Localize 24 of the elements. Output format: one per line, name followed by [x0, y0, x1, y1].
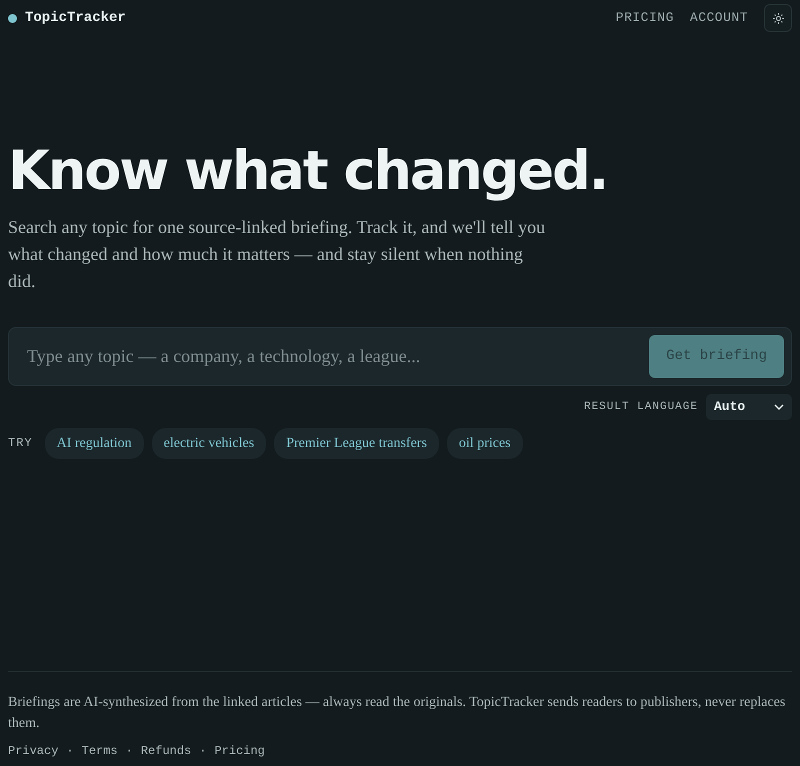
suggestion-chip[interactable]: AI regulation	[44, 428, 144, 459]
language-select[interactable]: Auto	[706, 394, 792, 420]
suggestion-chip[interactable]: electric vehicles	[152, 428, 266, 459]
suggestion-chip[interactable]: oil prices	[446, 428, 523, 459]
suggestion-chip[interactable]: Premier League transfers	[274, 428, 439, 459]
nav-link[interactable]: ACCOUNT	[690, 8, 748, 28]
footer-link[interactable]: Terms	[82, 742, 118, 760]
theme-toggle-button[interactable]	[764, 4, 792, 32]
language-label: RESULT LANGUAGE	[584, 400, 698, 415]
sun-icon	[772, 12, 784, 24]
hero-title: Know what changed.	[8, 141, 608, 200]
footer-link[interactable]: Refunds	[140, 742, 192, 760]
try-label: TRY	[8, 435, 33, 452]
brand-dot-icon	[8, 14, 17, 22]
footer-note: Briefings are AI-synthesized from the linked articles — always read the originals. TopicTracker sends readers to publishers, never replaces them.	[8, 694, 786, 733]
hero-subtitle: Search any topic for one source-linked briefing. Track it, and we'll tell you what changed and how much it matters — and stay silent when nothing did.	[8, 216, 546, 294]
separator-dot: ·	[199, 743, 206, 760]
separator-dot: ·	[66, 743, 74, 760]
footer-link[interactable]: Privacy	[8, 742, 58, 760]
brand-name[interactable]: TopicTracker	[25, 8, 126, 28]
nav-link[interactable]: PRICING	[616, 8, 674, 28]
footer-link[interactable]: Pricing	[214, 742, 265, 760]
separator-dot: ·	[126, 743, 133, 760]
chevron-down-icon	[774, 404, 784, 410]
